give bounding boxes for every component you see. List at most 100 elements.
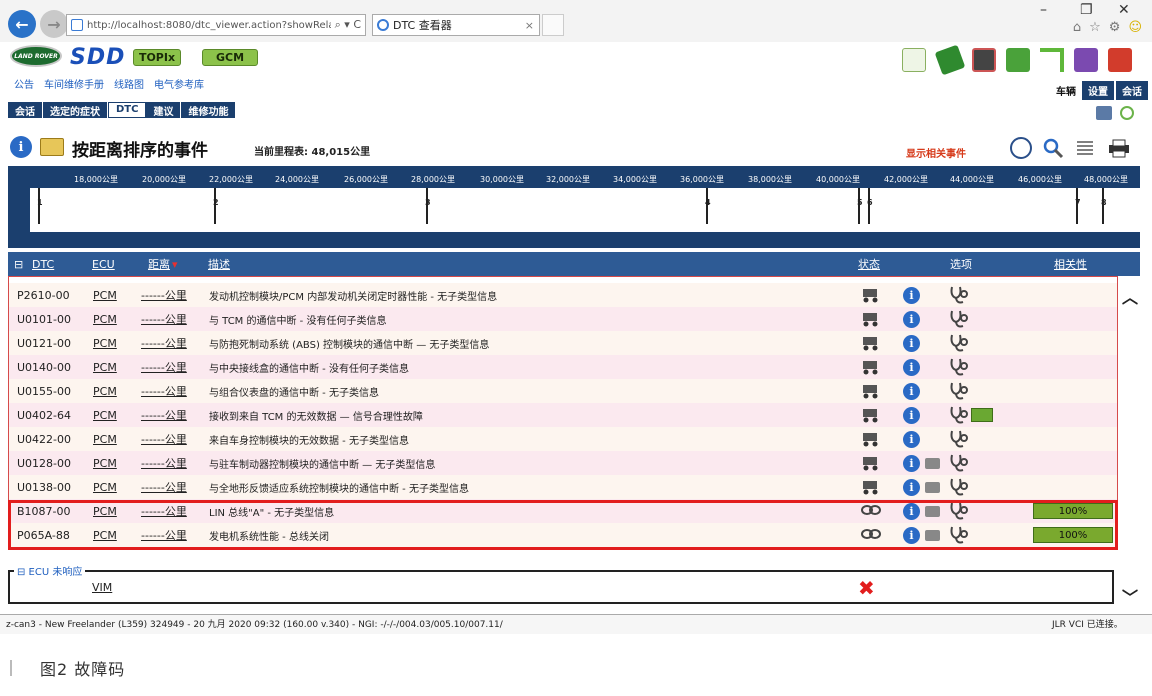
clock-icon[interactable] bbox=[1010, 137, 1032, 159]
cell-ecu-link[interactable]: PCM bbox=[93, 361, 117, 374]
show-related-events-link[interactable]: 显示相关事件 bbox=[906, 145, 966, 160]
restore-button[interactable]: ❐ bbox=[1080, 2, 1093, 18]
cell-distance-link[interactable]: ------公里 bbox=[141, 359, 187, 375]
table-row[interactable]: P065A-88 PCM ------公里 发电机系统性能 - 总线关闭 i 100% bbox=[9, 523, 1117, 547]
table-row[interactable]: U0422-00 PCM ------公里 来自车身控制模块的无效数据 - 无子类型信… bbox=[9, 427, 1117, 451]
info-icon[interactable]: i bbox=[903, 358, 920, 376]
browser-tab-dtc-viewer[interactable]: DTC 查看器 × bbox=[372, 14, 540, 36]
cell-ecu-link[interactable]: PCM bbox=[93, 481, 117, 494]
table-row[interactable]: U0121-00 PCM ------公里 与防抱死制动系统 (ABS) 控制模块的通… bbox=[9, 331, 1117, 355]
stethoscope-icon[interactable] bbox=[947, 452, 969, 474]
stethoscope-icon[interactable] bbox=[947, 380, 969, 402]
vehicle-status-icon[interactable] bbox=[861, 479, 881, 495]
tab-session[interactable]: 会话 bbox=[1116, 81, 1148, 100]
printer-icon[interactable] bbox=[1106, 137, 1129, 159]
wireless-signal-icon[interactable] bbox=[1040, 48, 1064, 72]
address-url[interactable]: http://localhost:8080/dtc_viewer.action?… bbox=[87, 20, 331, 31]
info-icon[interactable]: i bbox=[903, 310, 920, 328]
ecu-vim-link[interactable]: VIM bbox=[92, 581, 112, 594]
tools-icon[interactable] bbox=[934, 44, 966, 76]
vehicle-status-icon[interactable] bbox=[861, 431, 881, 447]
header-status[interactable]: 状态 bbox=[858, 256, 880, 272]
table-row[interactable]: U0101-00 PCM ------公里 与 TCM 的通信中断 - 没有任何子类信… bbox=[9, 307, 1117, 331]
link-workshop-manual[interactable]: 车间维修手册 bbox=[44, 76, 104, 91]
link-bulletins[interactable]: 公告 bbox=[14, 76, 34, 91]
stethoscope-icon[interactable] bbox=[947, 428, 969, 450]
folder-icon[interactable] bbox=[40, 138, 64, 156]
vci-icon[interactable] bbox=[902, 48, 926, 72]
vehicle-status-icon[interactable] bbox=[861, 455, 881, 471]
info-icon[interactable]: i bbox=[903, 430, 920, 448]
info-icon[interactable]: i bbox=[903, 502, 920, 520]
link-chain-icon[interactable] bbox=[861, 503, 881, 519]
tab-settings[interactable]: 设置 bbox=[1082, 81, 1114, 100]
table-scrollbar[interactable]: ︿ ﹀ bbox=[1120, 276, 1140, 607]
stethoscope-icon[interactable] bbox=[947, 308, 969, 330]
camera-icon[interactable] bbox=[925, 505, 940, 517]
link-electrical-reference[interactable]: 电气参考库 bbox=[154, 76, 204, 91]
cell-ecu-link[interactable]: PCM bbox=[93, 529, 117, 542]
collapse-toggle-icon[interactable]: ⊟ bbox=[14, 258, 23, 271]
link-chain-icon[interactable] bbox=[861, 527, 881, 543]
forward-button[interactable]: → bbox=[40, 10, 68, 38]
table-row[interactable]: U0128-00 PCM ------公里 与驻车制动器控制模块的通信中断 — 无子类… bbox=[9, 451, 1117, 475]
cell-distance-link[interactable]: ------公里 bbox=[141, 407, 187, 423]
subtab-session[interactable]: 会话 bbox=[8, 102, 43, 118]
subtab-recommendations[interactable]: 建议 bbox=[146, 102, 182, 118]
table-row[interactable]: U0138-00 PCM ------公里 与全地形反馈适应系统控制模块的通信中断 -… bbox=[9, 475, 1117, 499]
cell-distance-link[interactable]: ------公里 bbox=[141, 383, 187, 399]
computer-icon[interactable] bbox=[1096, 106, 1112, 120]
stethoscope-icon[interactable] bbox=[947, 356, 969, 378]
subtab-dtc[interactable]: DTC bbox=[108, 102, 147, 118]
vehicle-status-icon[interactable] bbox=[861, 311, 881, 327]
vehicle-status-icon[interactable] bbox=[861, 335, 881, 351]
cell-ecu-link[interactable]: PCM bbox=[93, 337, 117, 350]
tab-vehicle[interactable]: 车辆 bbox=[1050, 81, 1082, 100]
cell-distance-link[interactable]: ------公里 bbox=[141, 335, 187, 351]
user-session-icon[interactable] bbox=[1074, 48, 1098, 72]
ecu-no-response-title[interactable]: ⊟ ECU 未响应 bbox=[14, 563, 86, 578]
info-icon[interactable]: i bbox=[903, 478, 920, 496]
stethoscope-icon[interactable] bbox=[947, 284, 969, 306]
info-icon[interactable]: i bbox=[903, 526, 920, 544]
favorites-star-icon[interactable]: ☆ bbox=[1089, 20, 1101, 35]
camera-icon[interactable] bbox=[925, 457, 940, 469]
table-row[interactable]: U0402-64 PCM ------公里 接收到来自 TCM 的无效数据 — 信号合… bbox=[9, 403, 1117, 427]
search-icon[interactable] bbox=[1042, 137, 1064, 159]
stethoscope-icon[interactable] bbox=[947, 500, 969, 522]
camera-icon[interactable] bbox=[925, 481, 940, 493]
scroll-up-icon[interactable]: ︿ bbox=[1122, 284, 1138, 308]
address-bar[interactable]: http://localhost:8080/dtc_viewer.action?… bbox=[66, 14, 366, 36]
cell-ecu-link[interactable]: PCM bbox=[93, 289, 117, 302]
close-window-button[interactable]: ✕ bbox=[1118, 2, 1130, 18]
exit-icon[interactable] bbox=[1108, 48, 1132, 72]
vehicle-status-icon[interactable] bbox=[861, 287, 881, 303]
back-button[interactable]: ← bbox=[8, 10, 36, 38]
header-distance[interactable]: 距离 bbox=[148, 256, 170, 272]
topix-button[interactable]: TOPIx bbox=[133, 49, 181, 66]
cell-ecu-link[interactable]: PCM bbox=[93, 457, 117, 470]
vehicle-status-icon[interactable] bbox=[861, 383, 881, 399]
info-icon[interactable]: i bbox=[903, 382, 920, 400]
vehicle-status-icon[interactable] bbox=[861, 359, 881, 375]
camera-icon[interactable] bbox=[925, 529, 940, 541]
gcm-button[interactable]: GCM bbox=[202, 49, 258, 66]
home-icon[interactable]: ⌂ bbox=[1073, 20, 1081, 35]
green-document-icon[interactable] bbox=[971, 408, 993, 422]
calendar-icon[interactable] bbox=[972, 48, 996, 72]
info-icon[interactable]: i bbox=[903, 286, 920, 304]
cell-distance-link[interactable]: ------公里 bbox=[141, 455, 187, 471]
cell-distance-link[interactable]: ------公里 bbox=[141, 431, 187, 447]
cell-distance-link[interactable]: ------公里 bbox=[141, 479, 187, 495]
info-icon[interactable]: i bbox=[903, 406, 920, 424]
header-ecu[interactable]: ECU bbox=[92, 258, 115, 271]
subtab-selected-symptoms[interactable]: 选定的症状 bbox=[43, 102, 108, 118]
search-refresh-icon[interactable]: ⌕ ▾ C bbox=[335, 18, 365, 32]
feedback-smile-icon[interactable]: ☺ bbox=[1128, 20, 1142, 35]
cell-distance-link[interactable]: ------公里 bbox=[141, 527, 187, 543]
header-dtc[interactable]: DTC bbox=[32, 258, 54, 271]
table-row[interactable]: P2610-00 PCM ------公里 发动机控制模块/PCM 内部发动机关闭定时… bbox=[9, 283, 1117, 307]
settings-gear-icon[interactable]: ⚙ bbox=[1109, 20, 1121, 35]
table-row[interactable]: U0140-00 PCM ------公里 与中央接线盒的通信中断 - 没有任何子类信… bbox=[9, 355, 1117, 379]
table-row[interactable]: U0155-00 PCM ------公里 与组合仪表盘的通信中断 - 无子类信息 i bbox=[9, 379, 1117, 403]
